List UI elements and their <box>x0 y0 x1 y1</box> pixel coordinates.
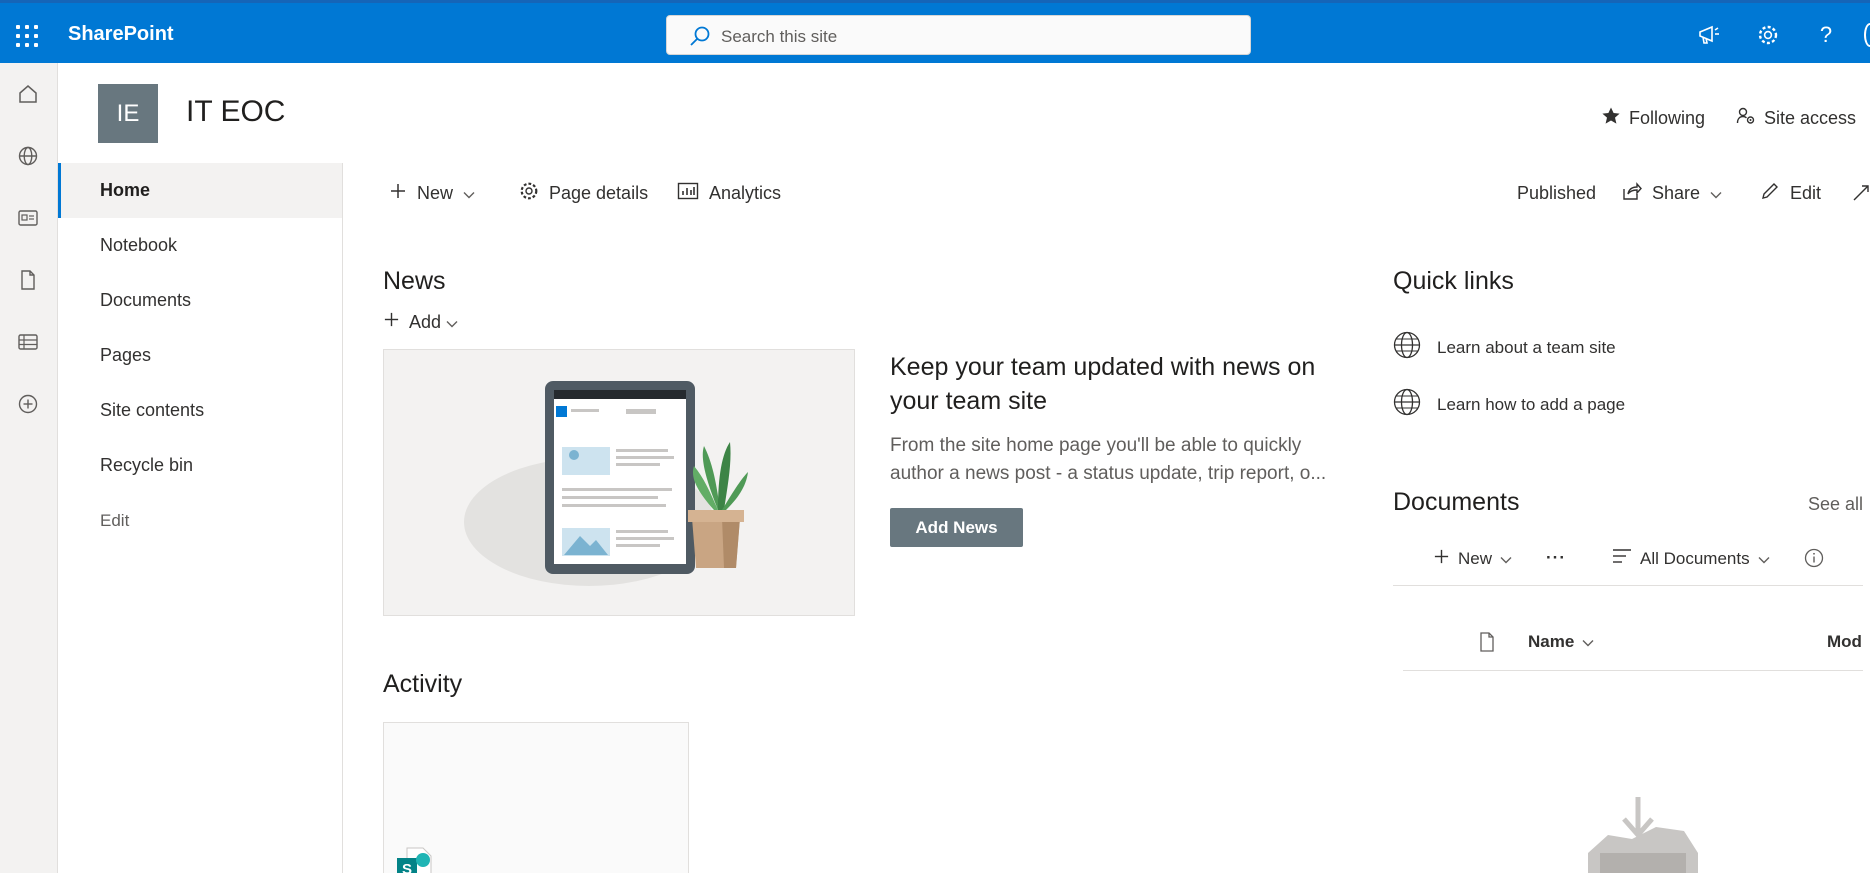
chevron-down-icon <box>1758 549 1770 569</box>
analytics-icon <box>677 182 699 205</box>
sharepoint-file-icon: S <box>397 846 433 873</box>
globe-icon <box>1393 331 1421 364</box>
site-navigation: Home Notebook Documents Pages Site conte… <box>58 163 343 873</box>
new-label: New <box>417 182 454 203</box>
share-label: Share <box>1652 182 1701 203</box>
empty-folder-illustration <box>1586 795 1700 873</box>
publish-status: Published <box>1517 182 1597 203</box>
site-logo[interactable]: IE <box>98 84 158 143</box>
more-options-icon[interactable]: ··· <box>1546 548 1566 568</box>
plus-icon <box>389 182 407 205</box>
chevron-down-icon <box>1582 632 1594 652</box>
site-access-label: Site access <box>1764 108 1857 128</box>
megaphone-icon[interactable] <box>1695 21 1723 49</box>
svg-text:S: S <box>402 861 412 873</box>
chevron-down-icon <box>446 312 458 333</box>
new-button[interactable]: New <box>389 180 475 206</box>
nav-item-recycle-bin[interactable]: Recycle bin <box>58 438 342 493</box>
help-icon[interactable]: ? <box>1812 21 1840 49</box>
edit-label: Edit <box>1790 182 1822 203</box>
nav-item-notebook[interactable]: Notebook <box>58 218 342 273</box>
see-all-link[interactable]: See all <box>1808 494 1863 515</box>
add-news-button[interactable]: Add News <box>890 508 1023 547</box>
app-brand[interactable]: SharePoint <box>68 23 174 46</box>
news-title: News <box>383 267 446 295</box>
column-header-modified[interactable]: Mod <box>1827 632 1870 652</box>
plus-icon <box>1433 548 1450 570</box>
quick-link-item[interactable]: Learn about a team site <box>1393 331 1616 364</box>
nav-edit-link[interactable]: Edit <box>58 493 342 548</box>
activity-card[interactable]: S <box>383 722 689 873</box>
news-icon[interactable] <box>14 204 42 232</box>
globe-icon[interactable] <box>14 142 42 170</box>
column-name-label: Name <box>1528 632 1575 651</box>
quick-link-item[interactable]: Learn how to add a page <box>1393 388 1625 421</box>
view-label: All Documents <box>1640 548 1750 568</box>
list-icon[interactable] <box>14 328 42 356</box>
view-list-icon <box>1612 548 1632 569</box>
info-icon[interactable] <box>1804 548 1824 568</box>
column-header-name[interactable]: Name <box>1528 632 1594 652</box>
news-add-button[interactable]: Add <box>383 311 458 333</box>
file-type-icon[interactable] <box>1479 632 1495 657</box>
news-illustration[interactable] <box>383 349 855 616</box>
analytics-label: Analytics <box>709 182 782 203</box>
header-row-divider <box>1403 670 1863 671</box>
app-rail <box>0 63 58 873</box>
settings-icon[interactable] <box>1754 21 1782 49</box>
quick-links-title: Quick links <box>1393 267 1514 295</box>
edit-button[interactable]: Edit <box>1760 180 1821 206</box>
activity-title: Activity <box>383 670 463 698</box>
news-headline[interactable]: Keep your team updated with news on your… <box>890 350 1360 418</box>
analytics-button[interactable]: Analytics <box>677 180 781 206</box>
nav-item-home[interactable]: Home <box>58 163 342 218</box>
quick-link-label: Learn how to add a page <box>1437 394 1626 414</box>
search-icon <box>689 25 711 52</box>
add-icon[interactable] <box>14 390 42 418</box>
people-settings-icon <box>1736 106 1756 131</box>
documents-divider <box>1393 585 1863 586</box>
chevron-down-icon <box>1710 183 1722 204</box>
share-icon <box>1622 181 1642 206</box>
share-button[interactable]: Share <box>1622 180 1722 206</box>
news-description: From the site home page you'll be able t… <box>890 435 1327 484</box>
following-button[interactable]: Following <box>1601 106 1705 131</box>
chevron-down-icon <box>463 183 475 204</box>
nav-item-site-contents[interactable]: Site contents <box>58 383 342 438</box>
documents-new-button[interactable]: New <box>1433 548 1512 570</box>
suite-bar: SharePoint Search this site ? <box>0 0 1870 63</box>
view-selector[interactable]: All Documents <box>1612 548 1770 569</box>
globe-icon <box>1393 388 1421 421</box>
documents-new-label: New <box>1458 549 1493 568</box>
pencil-icon <box>1760 181 1780 206</box>
home-icon[interactable] <box>14 80 42 108</box>
quick-link-label: Learn about a team site <box>1437 337 1616 357</box>
site-title[interactable]: IT EOC <box>186 95 285 129</box>
account-icon[interactable] <box>1864 23 1870 47</box>
waffle-icon[interactable] <box>14 23 40 49</box>
documents-title[interactable]: Documents <box>1393 488 1519 517</box>
news-add-label: Add <box>409 311 442 332</box>
nav-item-pages[interactable]: Pages <box>58 328 342 383</box>
gear-icon <box>519 181 539 206</box>
plus-icon <box>383 311 400 333</box>
expand-icon[interactable] <box>1852 180 1870 206</box>
search-input[interactable]: Search this site <box>721 27 837 47</box>
nav-item-documents[interactable]: Documents <box>58 273 342 328</box>
search-box[interactable]: Search this site <box>666 15 1251 55</box>
following-label: Following <box>1629 108 1706 128</box>
chevron-down-icon <box>1500 549 1512 569</box>
site-access-button[interactable]: Site access <box>1736 106 1856 131</box>
page-details-label: Page details <box>549 182 649 203</box>
star-icon <box>1601 106 1621 131</box>
file-icon[interactable] <box>14 266 42 294</box>
page-details-button[interactable]: Page details <box>519 180 648 206</box>
